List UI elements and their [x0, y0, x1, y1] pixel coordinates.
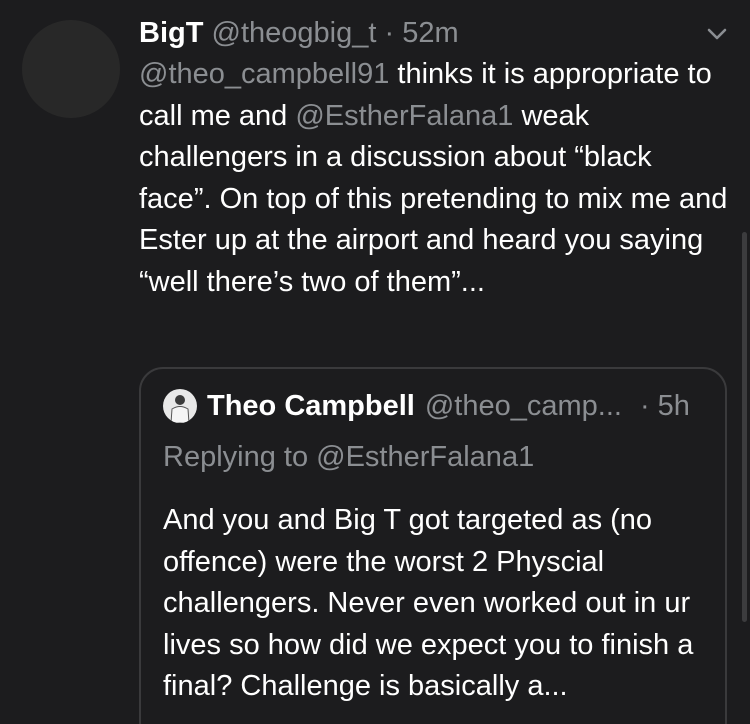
tweet-header: BigT @theogbig_t · 52m	[139, 12, 729, 54]
quoted-timestamp: · 5h	[639, 390, 690, 422]
chevron-down-icon[interactable]	[706, 26, 728, 42]
tweet[interactable]: BigT @theogbig_t · 52m @theo_campbell91 …	[0, 0, 750, 724]
mention-link[interactable]: @theo_campbell91	[139, 58, 389, 90]
person-icon	[170, 395, 190, 423]
quoted-tweet-text: And you and Big T got targeted as (no of…	[163, 504, 694, 702]
quoted-avatar	[163, 389, 197, 423]
mention-link[interactable]: @EstherFalana1	[295, 100, 513, 132]
scrollbar[interactable]	[742, 232, 747, 622]
tweet-text: @theo_campbell91 thinks it is appropriat…	[139, 54, 729, 303]
display-name[interactable]: BigT	[139, 17, 203, 49]
handle[interactable]: @theogbig_t	[212, 17, 377, 49]
quoted-tweet[interactable]: Theo Campbell @theo_camp... · 5h Replyin…	[139, 367, 727, 724]
quoted-display-name: Theo Campbell	[207, 390, 415, 422]
tweet-content: BigT @theogbig_t · 52m @theo_campbell91 …	[139, 12, 729, 303]
quoted-handle: @theo_camp...	[424, 390, 622, 422]
avatar[interactable]	[22, 20, 120, 118]
replying-to: Replying to @EstherFalana1	[163, 441, 535, 473]
timestamp[interactable]: 52m	[402, 17, 458, 49]
separator: ·	[384, 17, 395, 49]
quoted-tweet-header: Theo Campbell @theo_camp... · 5h	[163, 385, 690, 427]
